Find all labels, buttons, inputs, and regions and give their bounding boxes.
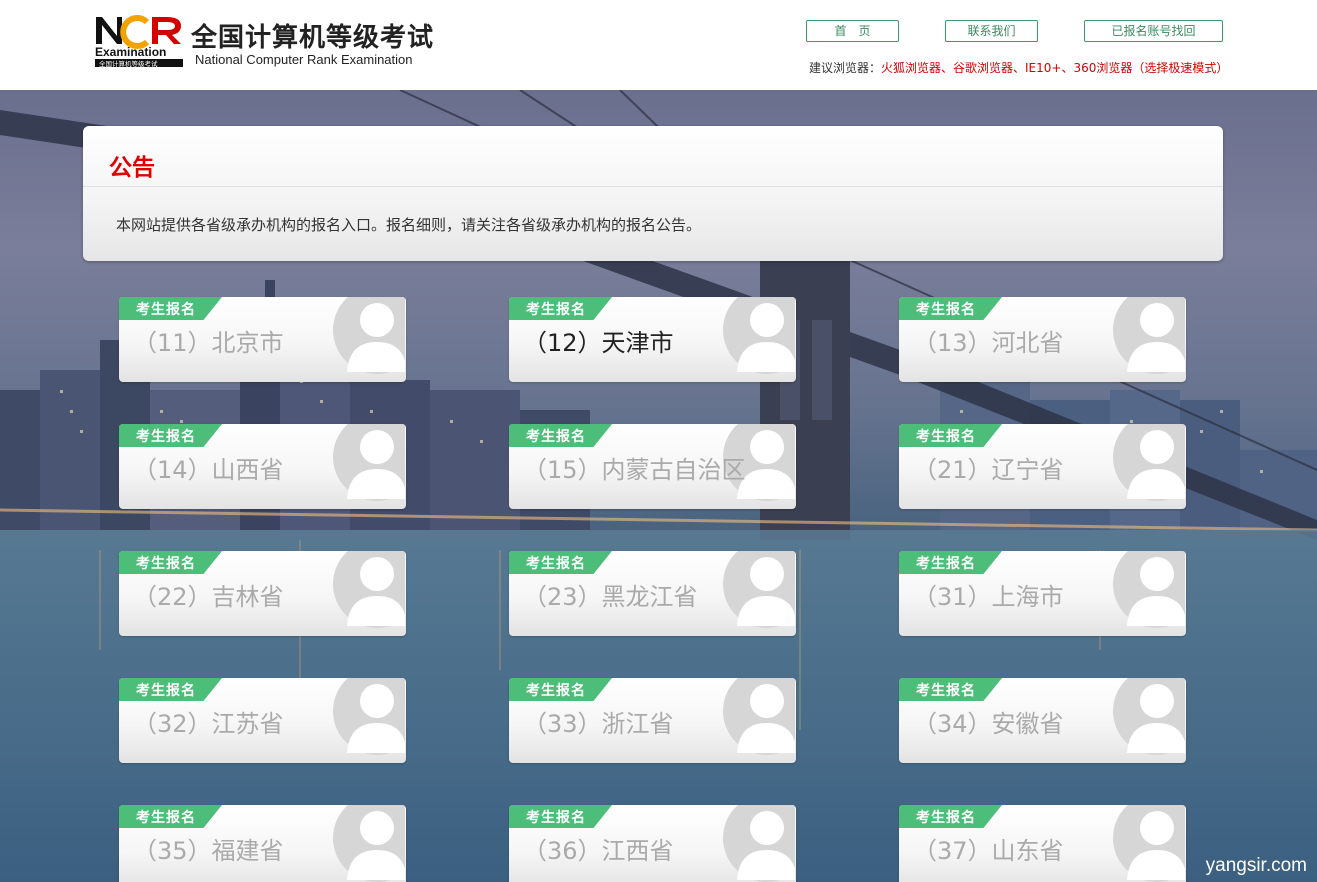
province-name: （11）北京市 — [133, 329, 284, 357]
province-card[interactable]: 考生报名 （35）福建省 — [119, 805, 406, 882]
province-card[interactable]: 考生报名 （32）江苏省 — [119, 678, 406, 763]
province-card[interactable]: 考生报名 （13）河北省 — [899, 297, 1186, 382]
province-name: （13）河北省 — [913, 329, 1064, 357]
province-name: （33）浙江省 — [523, 710, 674, 738]
user-avatar-icon — [1113, 805, 1186, 882]
notice-panel: 公告 本网站提供各省级承办机构的报名入口。报名细则，请关注各省级承办机构的报名公… — [83, 126, 1223, 261]
user-avatar-icon — [333, 678, 406, 763]
registration-badge-label: 考生报名 — [916, 302, 976, 318]
user-avatar-icon — [333, 805, 406, 882]
user-avatar-icon — [1113, 551, 1186, 636]
province-card[interactable]: 考生报名 （11）北京市 — [119, 297, 406, 382]
user-avatar-icon — [723, 551, 796, 636]
registration-badge-label: 考生报名 — [136, 810, 196, 826]
contact-us-button[interactable]: 联系我们 — [945, 20, 1038, 42]
province-card[interactable]: 考生报名 （34）安徽省 — [899, 678, 1186, 763]
user-avatar-icon — [333, 424, 406, 509]
registration-badge: 考生报名 — [509, 424, 612, 447]
province-name: （15）内蒙古自治区 — [523, 456, 746, 484]
user-avatar-icon — [1113, 424, 1186, 509]
watermark: yangsir.com — [1205, 855, 1307, 876]
province-name: （37）山东省 — [913, 837, 1064, 865]
province-name: （32）江苏省 — [133, 710, 284, 738]
registration-badge: 考生报名 — [509, 551, 612, 574]
province-name: （31）上海市 — [913, 583, 1064, 611]
notice-body: 本网站提供各省级承办机构的报名入口。报名细则，请关注各省级承办机构的报名公告。 — [116, 216, 702, 234]
registration-badge-label: 考生报名 — [136, 556, 196, 572]
home-button[interactable]: 首 页 — [806, 20, 899, 42]
registration-badge: 考生报名 — [899, 678, 1002, 701]
province-card[interactable]: 考生报名 （36）江西省 — [509, 805, 796, 882]
registration-badge: 考生报名 — [509, 805, 612, 828]
user-avatar-icon — [723, 297, 796, 382]
ncr-logo[interactable]: Examination 全国计算机等级考试 — [95, 14, 185, 68]
account-recovery-button[interactable]: 已报名账号找回 — [1084, 20, 1223, 42]
site-title: 全国计算机等级考试 — [191, 23, 435, 53]
user-avatar-icon — [333, 297, 406, 382]
registration-badge: 考生报名 — [119, 424, 222, 447]
browser-hint-value: 火狐浏览器、谷歌浏览器、IE10+、360浏览器（选择极速模式） — [881, 61, 1229, 75]
province-card[interactable]: 考生报名 （22）吉林省 — [119, 551, 406, 636]
logo-caption-text: 全国计算机等级考试 — [99, 59, 158, 68]
province-card[interactable]: 考生报名 （31）上海市 — [899, 551, 1186, 636]
province-name: （35）福建省 — [133, 837, 284, 865]
province-card[interactable]: 考生报名 （23）黑龙江省 — [509, 551, 796, 636]
registration-badge: 考生报名 — [899, 424, 1002, 447]
registration-badge: 考生报名 — [509, 297, 612, 320]
browser-recommendation: 建议浏览器：火狐浏览器、谷歌浏览器、IE10+、360浏览器（选择极速模式） — [809, 59, 1228, 76]
registration-badge-label: 考生报名 — [526, 810, 586, 826]
province-name: （34）安徽省 — [913, 710, 1064, 738]
user-avatar-icon — [1113, 297, 1186, 382]
province-card[interactable]: 考生报名 （21）辽宁省 — [899, 424, 1186, 509]
registration-badge: 考生报名 — [119, 297, 222, 320]
province-name: （21）辽宁省 — [913, 456, 1064, 484]
registration-badge-label: 考生报名 — [916, 810, 976, 826]
registration-badge: 考生报名 — [899, 551, 1002, 574]
registration-badge-label: 考生报名 — [136, 429, 196, 445]
registration-badge-label: 考生报名 — [916, 683, 976, 699]
registration-badge-label: 考生报名 — [526, 302, 586, 318]
registration-badge-label: 考生报名 — [526, 683, 586, 699]
province-card[interactable]: 考生报名 （37）山东省 — [899, 805, 1186, 882]
registration-badge: 考生报名 — [119, 805, 222, 828]
registration-badge: 考生报名 — [119, 678, 222, 701]
province-name: （12）天津市 — [523, 329, 674, 357]
registration-badge-label: 考生报名 — [136, 302, 196, 318]
registration-badge-label: 考生报名 — [916, 429, 976, 445]
province-name: （14）山西省 — [133, 456, 284, 484]
logo-sub-text: Examination — [95, 45, 166, 59]
province-name: （22）吉林省 — [133, 583, 284, 611]
province-name: （36）江西省 — [523, 837, 674, 865]
notice-title: 公告 — [109, 155, 155, 181]
registration-badge-label: 考生报名 — [526, 556, 586, 572]
browser-hint-label: 建议浏览器： — [809, 61, 882, 75]
registration-badge: 考生报名 — [899, 805, 1002, 828]
province-card[interactable]: 考生报名 （15）内蒙古自治区 — [509, 424, 796, 509]
registration-badge-label: 考生报名 — [136, 683, 196, 699]
notice-divider — [83, 186, 1223, 187]
registration-badge: 考生报名 — [119, 551, 222, 574]
user-avatar-icon — [723, 805, 796, 882]
province-card[interactable]: 考生报名 （14）山西省 — [119, 424, 406, 509]
province-name: （23）黑龙江省 — [523, 583, 698, 611]
registration-badge-label: 考生报名 — [526, 429, 586, 445]
registration-badge-label: 考生报名 — [916, 556, 976, 572]
registration-badge: 考生报名 — [509, 678, 612, 701]
site-subtitle: National Computer Rank Examination — [195, 52, 413, 67]
registration-badge: 考生报名 — [899, 297, 1002, 320]
province-card[interactable]: 考生报名 （12）天津市 — [509, 297, 796, 382]
user-avatar-icon — [1113, 678, 1186, 763]
user-avatar-icon — [333, 551, 406, 636]
site-header: Examination 全国计算机等级考试 全国计算机等级考试 National… — [0, 0, 1317, 90]
user-avatar-icon — [723, 678, 796, 763]
province-card[interactable]: 考生报名 （33）浙江省 — [509, 678, 796, 763]
